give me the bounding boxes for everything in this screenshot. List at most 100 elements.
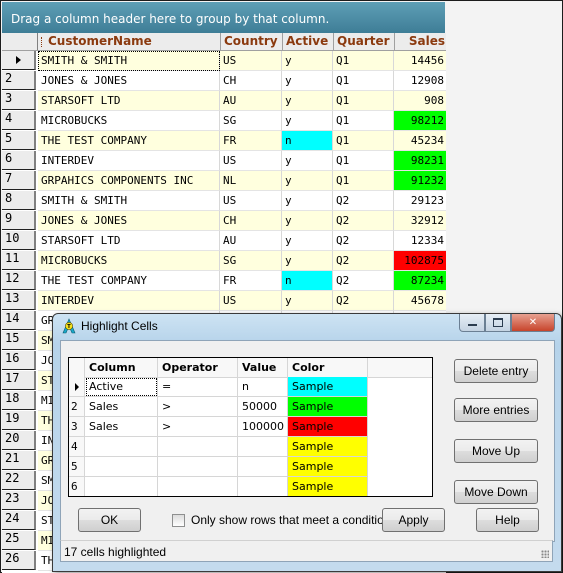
group-by-panel[interactable]: Drag a column header here to group by th… bbox=[2, 2, 445, 33]
rule-color-sample[interactable]: Sample bbox=[288, 417, 368, 437]
row-number[interactable]: 8 bbox=[2, 191, 36, 210]
cell-sales[interactable]: 14456 bbox=[394, 51, 446, 71]
cell-active[interactable]: y bbox=[282, 71, 333, 91]
rule-row-number[interactable]: 3 bbox=[69, 417, 85, 437]
row-number[interactable]: 9 bbox=[2, 211, 36, 230]
row-number[interactable]: 12 bbox=[2, 271, 36, 290]
rule-row[interactable]: 3 Sales >100000 Sample bbox=[69, 417, 432, 437]
cell-sales[interactable]: 87234 bbox=[394, 271, 446, 291]
table-row[interactable]: 10 STARSOFT LTD AU y Q2 12334 bbox=[2, 231, 446, 251]
table-row[interactable]: 5 THE TEST COMPANY FR n Q1 45234 bbox=[2, 131, 446, 151]
cell-country[interactable]: US bbox=[220, 151, 282, 171]
table-row[interactable]: 7 GRPAHICS COMPONENTS INC NL y Q1 91232 bbox=[2, 171, 446, 191]
rule-row-number[interactable]: 2 bbox=[69, 397, 85, 417]
rule-value[interactable] bbox=[238, 477, 288, 496]
minimize-button[interactable] bbox=[459, 314, 485, 332]
table-row[interactable]: 13 INTERDEV US y Q2 45678 bbox=[2, 291, 446, 311]
cell-quarter[interactable]: Q1 bbox=[333, 131, 394, 151]
rule-color-sample[interactable]: Sample bbox=[288, 457, 368, 477]
cell-active[interactable]: y bbox=[282, 171, 333, 191]
cell-name[interactable]: JONES & JONES bbox=[38, 71, 220, 91]
cell-quarter[interactable]: Q2 bbox=[333, 291, 394, 311]
close-button[interactable]: ✕ bbox=[511, 314, 555, 332]
rules-column-header-color[interactable]: Color bbox=[288, 358, 368, 377]
table-row[interactable]: 2 JONES & JONES CH y Q1 12908 bbox=[2, 71, 446, 91]
table-row[interactable]: 4 MICROBUCKS SG y Q1 98212 bbox=[2, 111, 446, 131]
row-number[interactable]: 20 bbox=[2, 431, 36, 450]
cell-name[interactable]: INTERDEV bbox=[38, 151, 220, 171]
rule-operator[interactable] bbox=[158, 437, 238, 457]
rule-row-number[interactable]: 6 bbox=[69, 477, 85, 496]
row-number[interactable]: 17 bbox=[2, 371, 36, 390]
row-number[interactable]: 16 bbox=[2, 351, 36, 370]
rule-value[interactable] bbox=[238, 437, 288, 457]
cell-active[interactable]: n bbox=[282, 271, 333, 291]
cell-active[interactable]: y bbox=[282, 51, 333, 71]
rule-color-sample[interactable]: Sample bbox=[288, 397, 368, 417]
cell-country[interactable]: FR bbox=[220, 271, 282, 291]
row-number[interactable]: 14 bbox=[2, 311, 36, 330]
cell-country[interactable]: NL bbox=[220, 171, 282, 191]
rule-operator[interactable] bbox=[158, 477, 238, 496]
rule-row-number[interactable]: 4 bbox=[69, 437, 85, 457]
cell-name[interactable]: SMITH & SMITH bbox=[38, 191, 220, 211]
ok-button[interactable]: OK bbox=[78, 508, 141, 532]
cell-name[interactable]: THE TEST COMPANY bbox=[38, 271, 220, 291]
rule-operator[interactable]: = bbox=[158, 377, 238, 397]
rule-row[interactable]: 2 Sales >50000 Sample bbox=[69, 397, 432, 417]
rule-operator[interactable]: > bbox=[158, 417, 238, 437]
cell-name[interactable]: JONES & JONES bbox=[38, 211, 220, 231]
cell-sales[interactable]: 12908 bbox=[394, 71, 446, 91]
rule-operator[interactable] bbox=[158, 457, 238, 477]
rule-operator[interactable]: > bbox=[158, 397, 238, 417]
rule-row[interactable]: 5 Sample bbox=[69, 457, 432, 477]
column-header-quarter[interactable]: Quarter bbox=[333, 33, 394, 50]
row-number[interactable]: 10 bbox=[2, 231, 36, 250]
cell-sales[interactable]: 45234 bbox=[394, 131, 446, 151]
cell-country[interactable]: AU bbox=[220, 91, 282, 111]
row-number[interactable]: 11 bbox=[2, 251, 36, 270]
row-number[interactable]: 6 bbox=[2, 151, 36, 170]
rule-color-sample[interactable]: Sample bbox=[288, 377, 368, 397]
cell-country[interactable]: US bbox=[220, 51, 282, 71]
cell-name[interactable]: GRPAHICS COMPONENTS INC bbox=[38, 171, 220, 191]
cell-active[interactable]: y bbox=[282, 111, 333, 131]
cell-name[interactable]: STARSOFT LTD bbox=[38, 91, 220, 111]
row-number[interactable]: 4 bbox=[2, 111, 36, 130]
table-row[interactable]: 12 THE TEST COMPANY FR n Q2 87234 bbox=[2, 271, 446, 291]
rule-column[interactable]: Active bbox=[85, 377, 158, 397]
rule-value[interactable]: 50000 bbox=[238, 397, 288, 417]
cell-quarter[interactable]: Q2 bbox=[333, 191, 394, 211]
cell-sales[interactable]: 908 bbox=[394, 91, 446, 111]
rule-color-sample[interactable]: Sample bbox=[288, 477, 368, 496]
row-number[interactable]: 19 bbox=[2, 411, 36, 430]
row-number[interactable]: 5 bbox=[2, 131, 36, 150]
cell-country[interactable]: SG bbox=[220, 251, 282, 271]
cell-active[interactable]: n bbox=[282, 131, 333, 151]
row-number[interactable] bbox=[2, 51, 36, 70]
cell-sales[interactable]: 29123 bbox=[394, 191, 446, 211]
cell-country[interactable]: CH bbox=[220, 211, 282, 231]
cell-active[interactable]: y bbox=[282, 151, 333, 171]
cell-sales[interactable]: 32912 bbox=[394, 211, 446, 231]
cell-active[interactable]: y bbox=[282, 211, 333, 231]
rule-column[interactable] bbox=[85, 477, 158, 496]
row-number[interactable]: 22 bbox=[2, 471, 36, 490]
cell-name[interactable]: MICROBUCKS bbox=[38, 111, 220, 131]
rule-row[interactable]: Active = n Sample bbox=[69, 377, 432, 397]
rule-row-number[interactable]: 5 bbox=[69, 457, 85, 477]
row-number[interactable]: 25 bbox=[2, 531, 36, 550]
cell-name[interactable]: SMITH & SMITH bbox=[38, 51, 220, 71]
cell-quarter[interactable]: Q1 bbox=[333, 171, 394, 191]
rule-value[interactable] bbox=[238, 457, 288, 477]
cell-quarter[interactable]: Q1 bbox=[333, 151, 394, 171]
rule-value[interactable]: 100000 bbox=[238, 417, 288, 437]
maximize-button[interactable] bbox=[485, 314, 511, 332]
row-number[interactable]: 23 bbox=[2, 491, 36, 510]
only-show-rows-checkbox[interactable]: Only show rows that meet a condition bbox=[172, 513, 390, 527]
cell-active[interactable]: y bbox=[282, 251, 333, 271]
rule-column[interactable] bbox=[85, 457, 158, 477]
column-chooser-icon[interactable] bbox=[41, 36, 46, 47]
cell-quarter[interactable]: Q1 bbox=[333, 51, 394, 71]
rule-value[interactable]: n bbox=[238, 377, 288, 397]
